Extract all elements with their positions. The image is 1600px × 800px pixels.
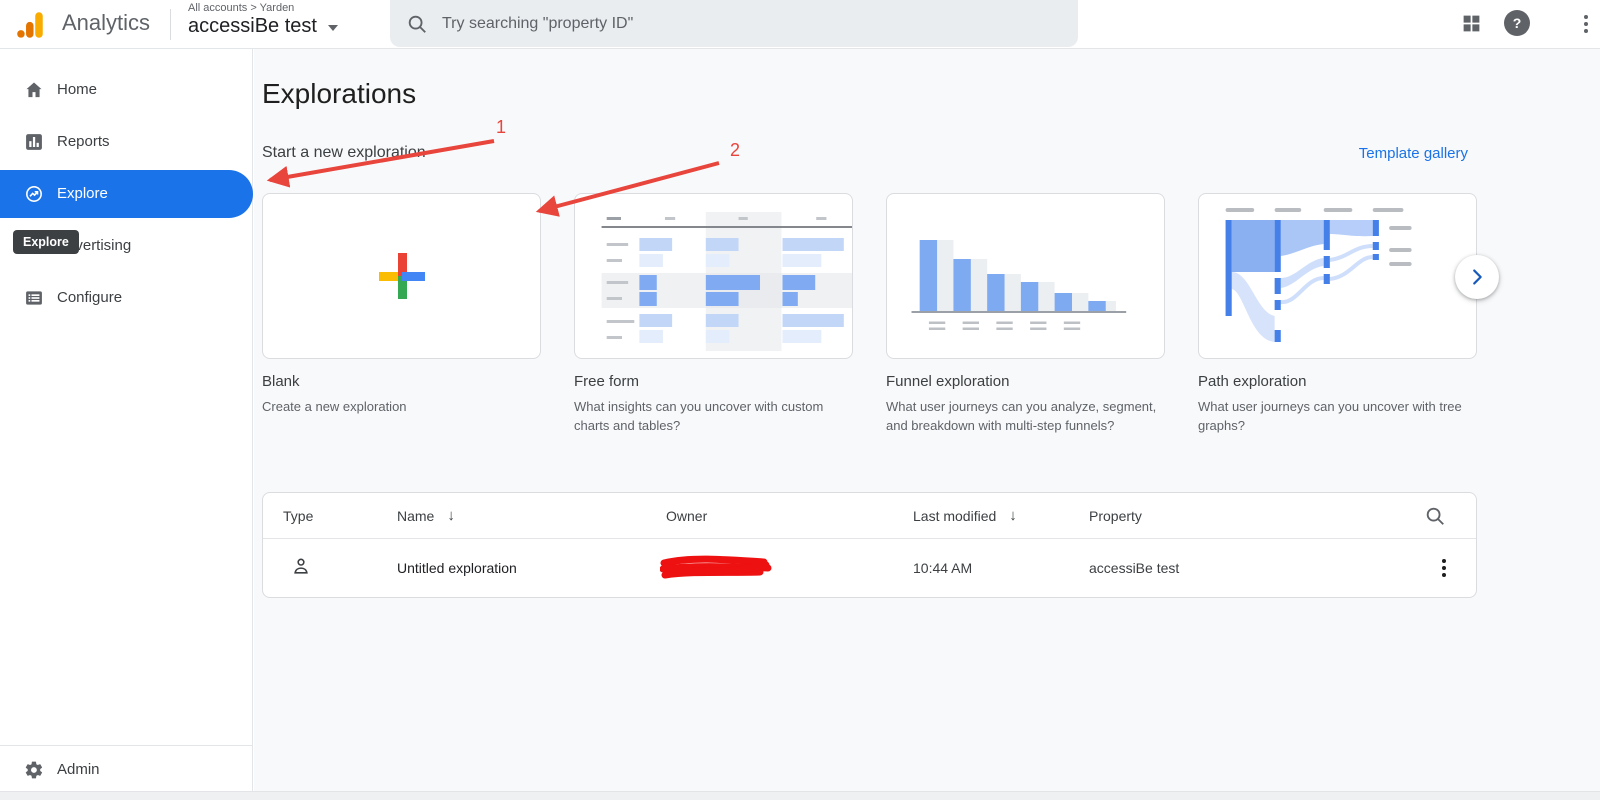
column-header-property[interactable]: Property [1089,508,1414,524]
account-name: accessiBe test [188,15,317,38]
more-options-icon[interactable] [1584,15,1588,33]
free-form-template-card[interactable] [574,193,853,359]
card-description: What user journeys can you uncover with … [1198,397,1477,435]
column-header-type[interactable]: Type [283,508,397,524]
page-title: Explorations [262,78,416,110]
path-exploration-template-card[interactable] [1198,193,1477,359]
path-thumbnail [1199,194,1476,358]
configure-icon [24,288,44,308]
topbar-divider [170,9,171,40]
user-type-icon [290,555,312,577]
card-description: What user journeys can you analyze, segm… [886,397,1165,435]
column-header-last-modified[interactable]: Last modified ↓ [913,507,1089,524]
search-bar[interactable] [390,0,1078,47]
sidebar-item-explore[interactable]: Explore [0,170,253,218]
template-cards: Blank Create a new exploration [262,193,1477,435]
sidebar-item-admin[interactable]: Admin [0,749,253,791]
card-description: Create a new exploration [262,397,541,416]
home-icon [24,80,44,100]
top-app-bar: Analytics All accounts > Yarden accessiB… [0,0,1600,49]
exploration-owner [666,555,913,581]
account-switcher[interactable]: All accounts > Yarden accessiBe test [188,2,338,38]
sidebar-item-reports[interactable]: Reports [0,118,253,166]
exploration-last-modified: 10:44 AM [913,560,1089,576]
sidebar-item-configure[interactable]: Configure [0,274,253,322]
sidebar: Home Reports Explore Advertising Explore… [0,49,253,800]
main-content: Explorations Start a new exploration Tem… [254,49,1600,800]
plus-icon [379,253,425,299]
search-input[interactable] [442,15,1062,33]
sort-descending-icon[interactable]: ↓ [447,507,455,524]
column-header-name[interactable]: Name ↓ [397,507,666,524]
next-templates-button[interactable] [1455,255,1499,299]
funnel-thumbnail [887,194,1164,358]
explorations-table: Type Name ↓ Owner Last modified ↓ Proper… [262,492,1477,598]
exploration-name[interactable]: Untitled exploration [397,560,666,576]
breadcrumb: All accounts > Yarden [188,2,338,14]
chevron-down-icon [328,25,338,31]
table-search-icon[interactable] [1424,505,1446,527]
chevron-right-icon [1466,266,1488,288]
funnel-exploration-template-card[interactable] [886,193,1165,359]
sidebar-item-home[interactable]: Home [0,66,253,114]
apps-grid-icon[interactable] [1461,13,1482,34]
card-title: Funnel exploration [886,373,1165,390]
explore-icon [24,184,44,204]
exploration-property: accessiBe test [1089,560,1414,576]
sort-descending-icon[interactable]: ↓ [1009,507,1017,524]
column-header-owner[interactable]: Owner [666,508,913,524]
search-icon [406,13,428,35]
analytics-logo [13,8,47,42]
app-name: Analytics [62,10,150,36]
table-row[interactable]: Untitled exploration 10:44 AM accessiBe … [263,539,1476,597]
card-description: What insights can you uncover with custo… [574,397,853,435]
table-header-row: Type Name ↓ Owner Last modified ↓ Proper… [263,493,1476,539]
explore-tooltip: Explore [13,230,79,254]
gear-icon [24,760,44,780]
card-title: Blank [262,373,541,390]
card-title: Path exploration [1198,373,1477,390]
reports-icon [24,132,44,152]
help-icon[interactable]: ? [1504,10,1530,36]
owner-redaction-scribble [660,555,772,581]
sidebar-divider [0,745,253,746]
row-menu-icon[interactable] [1442,559,1446,577]
free-form-thumbnail [575,194,852,358]
card-title: Free form [574,373,853,390]
blank-template-card[interactable] [262,193,541,359]
section-heading: Start a new exploration [262,144,426,162]
template-gallery-link[interactable]: Template gallery [1359,145,1468,162]
horizontal-scrollbar[interactable] [0,791,1600,800]
